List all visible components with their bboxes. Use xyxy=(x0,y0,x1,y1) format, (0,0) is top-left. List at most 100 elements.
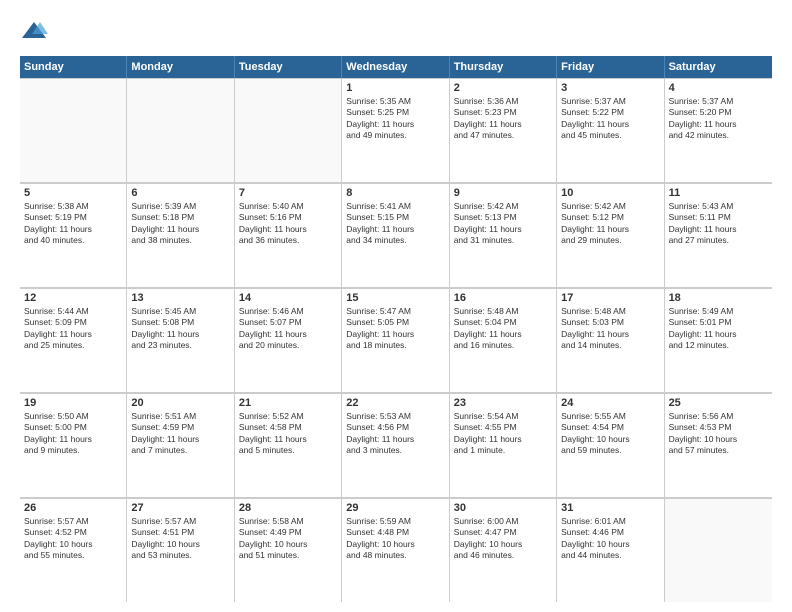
calendar-cell: 3 Sunrise: 5:37 AM Sunset: 5:22 PM Daylig… xyxy=(557,79,664,182)
day-number: 31 xyxy=(561,502,659,514)
day-info: Sunrise: 5:52 AM Sunset: 4:58 PM Dayligh… xyxy=(239,411,337,457)
calendar-cell: 21 Sunrise: 5:52 AM Sunset: 4:58 PM Dayli… xyxy=(235,394,342,497)
day-number: 3 xyxy=(561,82,659,94)
calendar-cell: 23Sunrise: 5:54 AM Sunset: 4:55 PM Dayli… xyxy=(450,394,557,497)
day-number: 17 xyxy=(561,292,659,304)
calendar-week-3: 19 Sunrise: 5:50 AM Sunset: 5:00 PM Dayli… xyxy=(20,393,772,498)
day-info: Sunrise: 5:43 AM Sunset: 5:11 PM Dayligh… xyxy=(669,201,768,247)
day-info: Sunrise: 5:45 AM Sunset: 5:08 PM Dayligh… xyxy=(131,306,229,352)
calendar-cell: 29 Sunrise: 5:59 AM Sunset: 4:48 PM Dayli… xyxy=(342,499,449,602)
day-number: 13 xyxy=(131,292,229,304)
day-number: 21 xyxy=(239,397,337,409)
calendar-cell: 1Sunrise: 5:35 AM Sunset: 5:25 PM Daylig… xyxy=(342,79,449,182)
logo xyxy=(20,18,50,46)
calendar-cell: 9 Sunrise: 5:42 AM Sunset: 5:13 PM Daylig… xyxy=(450,184,557,287)
calendar-cell: 26 Sunrise: 5:57 AM Sunset: 4:52 PM Dayli… xyxy=(20,499,127,602)
day-number: 19 xyxy=(24,397,122,409)
calendar-cell: 18Sunrise: 5:49 AM Sunset: 5:01 PM Dayli… xyxy=(665,289,772,392)
header-day-thursday: Thursday xyxy=(450,56,557,78)
calendar: SundayMondayTuesdayWednesdayThursdayFrid… xyxy=(20,56,772,602)
day-number: 2 xyxy=(454,82,552,94)
calendar-cell xyxy=(127,79,234,182)
header xyxy=(20,18,772,46)
day-number: 24 xyxy=(561,397,659,409)
day-info: Sunrise: 5:58 AM Sunset: 4:49 PM Dayligh… xyxy=(239,516,337,562)
day-info: Sunrise: 5:39 AM Sunset: 5:18 PM Dayligh… xyxy=(131,201,229,247)
day-number: 22 xyxy=(346,397,444,409)
calendar-cell: 6 Sunrise: 5:39 AM Sunset: 5:18 PM Daylig… xyxy=(127,184,234,287)
calendar-cell: 22 Sunrise: 5:53 AM Sunset: 4:56 PM Dayli… xyxy=(342,394,449,497)
calendar-cell: 11 Sunrise: 5:43 AM Sunset: 5:11 PM Dayli… xyxy=(665,184,772,287)
day-number: 7 xyxy=(239,187,337,199)
day-info: Sunrise: 5:37 AM Sunset: 5:22 PM Dayligh… xyxy=(561,96,659,142)
calendar-cell: 4 Sunrise: 5:37 AM Sunset: 5:20 PM Daylig… xyxy=(665,79,772,182)
calendar-cell xyxy=(665,499,772,602)
day-number: 15 xyxy=(346,292,444,304)
calendar-cell: 24 Sunrise: 5:55 AM Sunset: 4:54 PM Dayli… xyxy=(557,394,664,497)
calendar-week-1: 5 Sunrise: 5:38 AM Sunset: 5:19 PM Daylig… xyxy=(20,183,772,288)
day-info: Sunrise: 5:41 AM Sunset: 5:15 PM Dayligh… xyxy=(346,201,444,247)
calendar-cell: 31 Sunrise: 6:01 AM Sunset: 4:46 PM Dayli… xyxy=(557,499,664,602)
day-info: Sunrise: 5:44 AM Sunset: 5:09 PM Dayligh… xyxy=(24,306,122,352)
calendar-cell: 27 Sunrise: 5:57 AM Sunset: 4:51 PM Dayli… xyxy=(127,499,234,602)
logo-icon xyxy=(20,18,48,46)
day-info: Sunrise: 5:50 AM Sunset: 5:00 PM Dayligh… xyxy=(24,411,122,457)
calendar-cell: 7 Sunrise: 5:40 AM Sunset: 5:16 PM Daylig… xyxy=(235,184,342,287)
calendar-cell: 30Sunrise: 6:00 AM Sunset: 4:47 PM Dayli… xyxy=(450,499,557,602)
day-info: Sunrise: 5:49 AM Sunset: 5:01 PM Dayligh… xyxy=(669,306,768,352)
calendar-cell: 8Sunrise: 5:41 AM Sunset: 5:15 PM Daylig… xyxy=(342,184,449,287)
calendar-cell: 15 Sunrise: 5:47 AM Sunset: 5:05 PM Dayli… xyxy=(342,289,449,392)
calendar-week-4: 26 Sunrise: 5:57 AM Sunset: 4:52 PM Dayli… xyxy=(20,498,772,602)
day-info: Sunrise: 5:35 AM Sunset: 5:25 PM Dayligh… xyxy=(346,96,444,142)
day-info: Sunrise: 5:56 AM Sunset: 4:53 PM Dayligh… xyxy=(669,411,768,457)
calendar-header: SundayMondayTuesdayWednesdayThursdayFrid… xyxy=(20,56,772,78)
day-number: 27 xyxy=(131,502,229,514)
day-info: Sunrise: 5:57 AM Sunset: 4:52 PM Dayligh… xyxy=(24,516,122,562)
calendar-cell: 10Sunrise: 5:42 AM Sunset: 5:12 PM Dayli… xyxy=(557,184,664,287)
calendar-cell: 17 Sunrise: 5:48 AM Sunset: 5:03 PM Dayli… xyxy=(557,289,664,392)
header-day-monday: Monday xyxy=(127,56,234,78)
day-info: Sunrise: 5:54 AM Sunset: 4:55 PM Dayligh… xyxy=(454,411,552,457)
calendar-cell xyxy=(20,79,127,182)
day-number: 5 xyxy=(24,187,122,199)
day-info: Sunrise: 5:38 AM Sunset: 5:19 PM Dayligh… xyxy=(24,201,122,247)
day-info: Sunrise: 5:57 AM Sunset: 4:51 PM Dayligh… xyxy=(131,516,229,562)
day-info: Sunrise: 5:37 AM Sunset: 5:20 PM Dayligh… xyxy=(669,96,768,142)
day-info: Sunrise: 5:48 AM Sunset: 5:03 PM Dayligh… xyxy=(561,306,659,352)
header-day-tuesday: Tuesday xyxy=(235,56,342,78)
calendar-cell: 5 Sunrise: 5:38 AM Sunset: 5:19 PM Daylig… xyxy=(20,184,127,287)
day-info: Sunrise: 5:36 AM Sunset: 5:23 PM Dayligh… xyxy=(454,96,552,142)
calendar-body: 1Sunrise: 5:35 AM Sunset: 5:25 PM Daylig… xyxy=(20,78,772,602)
calendar-cell: 12 Sunrise: 5:44 AM Sunset: 5:09 PM Dayli… xyxy=(20,289,127,392)
calendar-cell: 28Sunrise: 5:58 AM Sunset: 4:49 PM Dayli… xyxy=(235,499,342,602)
day-number: 11 xyxy=(669,187,768,199)
calendar-cell xyxy=(235,79,342,182)
calendar-cell: 14Sunrise: 5:46 AM Sunset: 5:07 PM Dayli… xyxy=(235,289,342,392)
header-day-sunday: Sunday xyxy=(20,56,127,78)
day-number: 9 xyxy=(454,187,552,199)
day-info: Sunrise: 5:42 AM Sunset: 5:12 PM Dayligh… xyxy=(561,201,659,247)
day-info: Sunrise: 6:00 AM Sunset: 4:47 PM Dayligh… xyxy=(454,516,552,562)
day-info: Sunrise: 5:48 AM Sunset: 5:04 PM Dayligh… xyxy=(454,306,552,352)
day-number: 29 xyxy=(346,502,444,514)
calendar-cell: 20Sunrise: 5:51 AM Sunset: 4:59 PM Dayli… xyxy=(127,394,234,497)
day-info: Sunrise: 5:42 AM Sunset: 5:13 PM Dayligh… xyxy=(454,201,552,247)
day-number: 26 xyxy=(24,502,122,514)
day-info: Sunrise: 5:40 AM Sunset: 5:16 PM Dayligh… xyxy=(239,201,337,247)
day-number: 4 xyxy=(669,82,768,94)
header-day-saturday: Saturday xyxy=(665,56,772,78)
day-info: Sunrise: 6:01 AM Sunset: 4:46 PM Dayligh… xyxy=(561,516,659,562)
calendar-week-0: 1Sunrise: 5:35 AM Sunset: 5:25 PM Daylig… xyxy=(20,78,772,183)
day-number: 25 xyxy=(669,397,768,409)
calendar-cell: 25 Sunrise: 5:56 AM Sunset: 4:53 PM Dayli… xyxy=(665,394,772,497)
calendar-cell: 13 Sunrise: 5:45 AM Sunset: 5:08 PM Dayli… xyxy=(127,289,234,392)
day-number: 16 xyxy=(454,292,552,304)
calendar-cell: 19 Sunrise: 5:50 AM Sunset: 5:00 PM Dayli… xyxy=(20,394,127,497)
day-number: 14 xyxy=(239,292,337,304)
day-number: 6 xyxy=(131,187,229,199)
day-info: Sunrise: 5:59 AM Sunset: 4:48 PM Dayligh… xyxy=(346,516,444,562)
day-number: 12 xyxy=(24,292,122,304)
day-info: Sunrise: 5:53 AM Sunset: 4:56 PM Dayligh… xyxy=(346,411,444,457)
day-info: Sunrise: 5:47 AM Sunset: 5:05 PM Dayligh… xyxy=(346,306,444,352)
day-info: Sunrise: 5:55 AM Sunset: 4:54 PM Dayligh… xyxy=(561,411,659,457)
